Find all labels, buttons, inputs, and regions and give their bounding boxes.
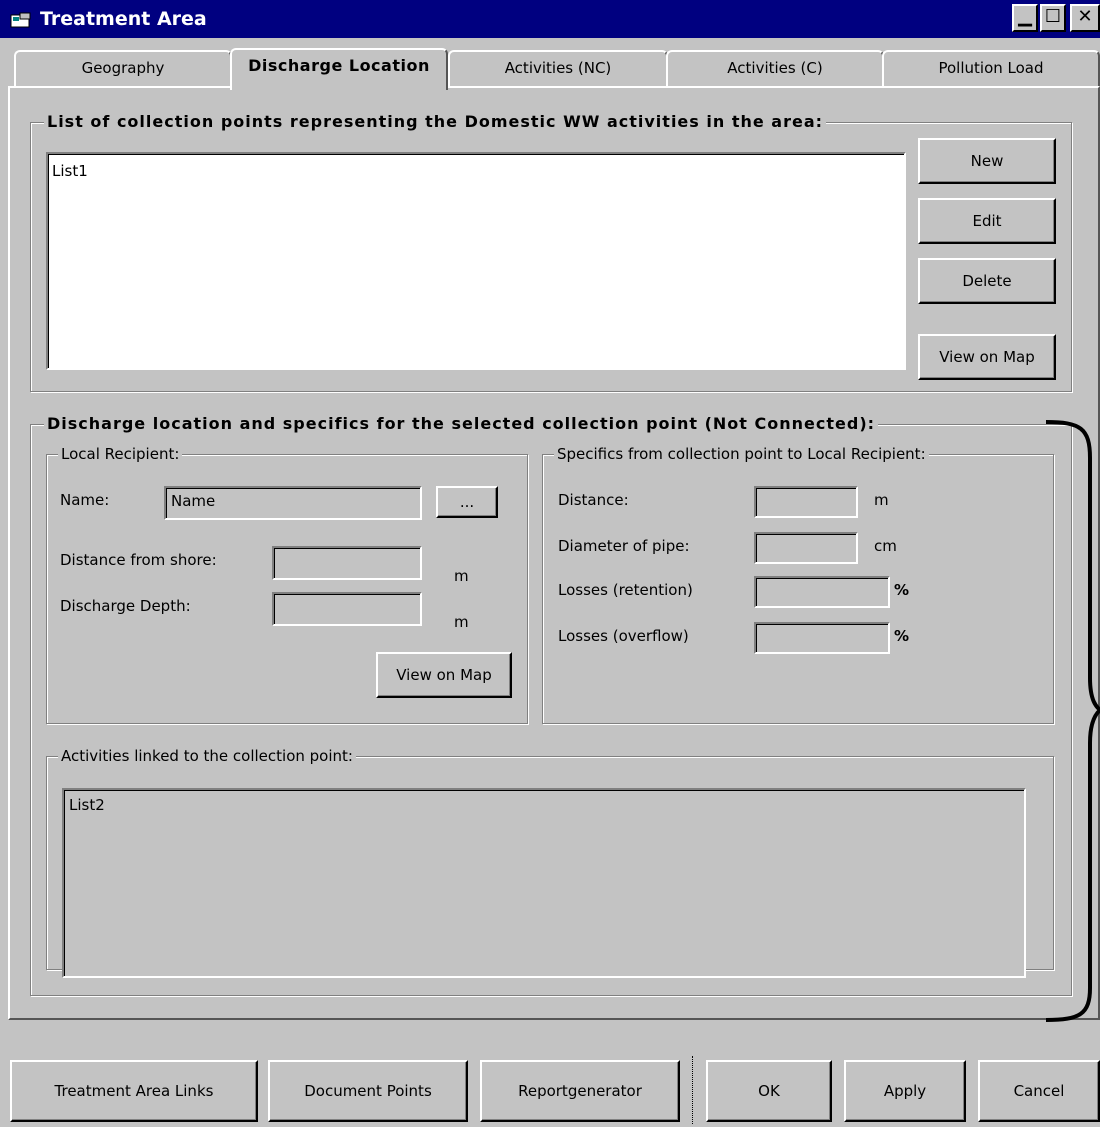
recipient-view-on-map-button[interactable]: View on Map [376,652,512,698]
window-title: Treatment Area [40,8,207,30]
tab-discharge-location[interactable]: Discharge Location [230,48,448,90]
new-button[interactable]: New [918,138,1056,184]
activities-list[interactable]: List2 [62,788,1026,978]
title-bar[interactable]: Treatment Area ▁ ☐ ✕ [0,0,1100,38]
specifics-legend: Specifics from collection point to Local… [554,444,929,464]
discharge-legend: Discharge location and specifics for the… [44,414,879,434]
distance-field[interactable] [754,486,858,518]
name-value: Name [171,492,216,510]
edit-button[interactable]: Edit [918,198,1056,244]
minimize-button[interactable]: ▁ [1012,4,1038,32]
close-icon: ✕ [1077,6,1093,27]
separator [692,1056,693,1124]
distance-from-shore-field[interactable] [272,546,422,580]
ok-button[interactable]: OK [706,1060,832,1122]
cancel-button[interactable]: Cancel [978,1060,1100,1122]
tab-pollution-load[interactable]: Pollution Load [882,50,1100,87]
tab-geography[interactable]: Geography [14,50,232,87]
app-icon [10,12,36,32]
apply-button[interactable]: Apply [844,1060,966,1122]
losses-overflow-unit: % [894,627,910,645]
view-on-map-button[interactable]: View on Map [918,334,1056,380]
activities-legend: Activities linked to the collection poin… [58,746,356,766]
treatment-area-links-button[interactable]: Treatment Area Links [10,1060,258,1122]
minimize-icon: ▁ [1018,6,1032,27]
document-points-button[interactable]: Document Points [268,1060,468,1122]
discharge-depth-label: Discharge Depth: [60,597,191,615]
tab-activities-nc[interactable]: Activities (NC) [448,50,668,87]
diameter-field[interactable] [754,532,858,564]
maximize-icon: ☐ [1044,6,1062,27]
local-recipient-legend: Local Recipient: [58,444,183,464]
diameter-label: Diameter of pipe: [558,537,690,555]
discharge-depth-field[interactable] [272,592,422,626]
list-item[interactable]: List1 [48,154,904,188]
distance-from-shore-label: Distance from shore: [60,551,217,569]
maximize-button[interactable]: ☐ [1040,4,1066,32]
discharge-depth-unit: m [454,613,469,631]
losses-retention-unit: % [894,581,910,599]
distance-unit: m [874,491,889,509]
losses-retention-field[interactable] [754,576,890,608]
close-button[interactable]: ✕ [1070,4,1100,32]
losses-overflow-label: Losses (overflow) [558,627,689,645]
losses-retention-label: Losses (retention) [558,581,693,599]
list-item[interactable]: List2 [64,790,1024,820]
tab-activities-c[interactable]: Activities (C) [666,50,884,87]
name-label: Name: [60,491,110,509]
distance-label: Distance: [558,491,629,509]
diameter-unit: cm [874,537,897,555]
collection-points-list[interactable]: List1 [46,152,906,370]
collection-points-legend: List of collection points representing t… [44,112,827,132]
browse-button[interactable]: ... [436,486,498,518]
distance-from-shore-unit: m [454,567,469,585]
delete-button[interactable]: Delete [918,258,1056,304]
brace-annotation [1045,420,1100,1022]
losses-overflow-field[interactable] [754,622,890,654]
name-field[interactable]: Name [164,486,422,520]
reportgenerator-button[interactable]: Reportgenerator [480,1060,680,1122]
